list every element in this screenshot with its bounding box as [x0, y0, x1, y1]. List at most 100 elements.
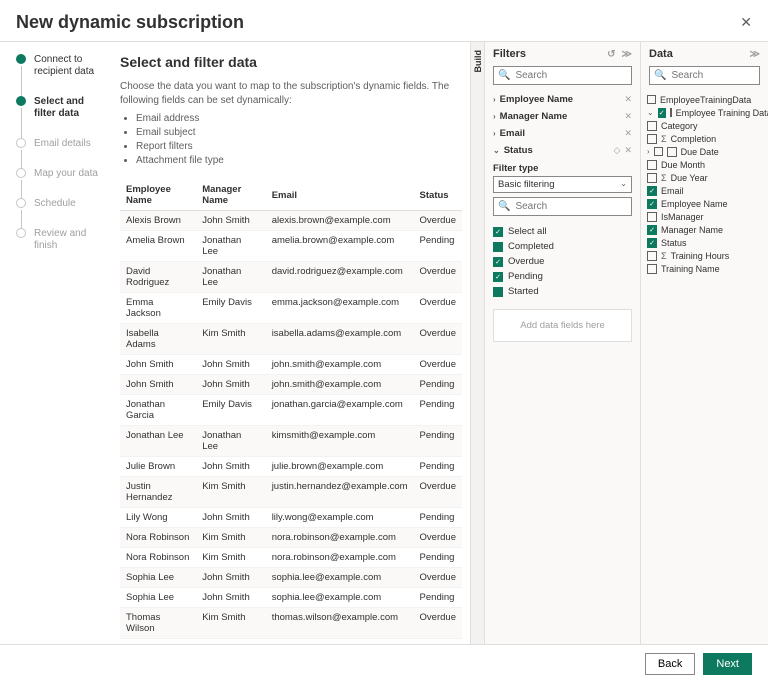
table-row[interactable]: Lily WongJohn Smithlily.wong@example.com…	[120, 508, 462, 528]
filters-search[interactable]: 🔍	[493, 66, 632, 85]
table-row[interactable]: Amelia BrownJonathan Leeamelia.brown@exa…	[120, 231, 462, 262]
tree-field[interactable]: ΣTraining Hours	[647, 249, 762, 262]
table-row[interactable]: Nora RobinsonKim Smithnora.robinson@exam…	[120, 528, 462, 548]
table-row[interactable]: Alexis BrownJohn Smithalexis.brown@examp…	[120, 211, 462, 231]
status-search-input[interactable]	[513, 200, 649, 213]
filters-title: Filters	[493, 48, 526, 60]
tree-field[interactable]: Due Month	[647, 158, 762, 171]
chevron-icon: ›	[493, 95, 496, 104]
close-icon[interactable]: ✕	[740, 14, 752, 31]
tree-field[interactable]: Employee Name	[647, 197, 762, 210]
search-icon: 🔍	[498, 201, 510, 212]
table-row[interactable]: Emma JacksonEmily Davisemma.jackson@exam…	[120, 293, 462, 324]
filters-collapse-icon[interactable]: ≫	[622, 49, 632, 60]
tree-field[interactable]: Category	[647, 119, 762, 132]
tree-field[interactable]: ΣDue Year	[647, 171, 762, 184]
tree-field[interactable]: Email	[647, 184, 762, 197]
remove-icon[interactable]: ✕	[624, 111, 632, 122]
data-collapse-icon[interactable]: ≫	[750, 49, 760, 60]
step-item[interactable]: Review and finish	[16, 228, 108, 270]
tree-field[interactable]: Manager Name	[647, 223, 762, 236]
chevron-icon: ›	[493, 129, 496, 138]
remove-icon[interactable]: ✕	[624, 94, 632, 105]
table-row[interactable]: Isabella AdamsKim Smithisabella.adams@ex…	[120, 324, 462, 355]
filter-option[interactable]: Completed	[493, 239, 632, 254]
filter-field[interactable]: ›Manager Name✕	[485, 108, 640, 125]
section-description: Choose the data you want to map to the s…	[120, 80, 460, 168]
column-header[interactable]: Employee Name	[120, 180, 196, 211]
data-search[interactable]: 🔍	[649, 66, 760, 85]
sum-icon: Σ	[661, 134, 667, 144]
remove-icon[interactable]: ✕	[624, 145, 632, 156]
table-row[interactable]: Sophia LeeJohn Smithsophia.lee@example.c…	[120, 568, 462, 588]
search-icon: 🔍	[498, 70, 510, 81]
filter-option[interactable]: Started	[493, 284, 632, 299]
checkbox-icon	[658, 108, 666, 118]
filter-option[interactable]: Pending	[493, 269, 632, 284]
table-row[interactable]: John SmithJohn Smithjohn.smith@example.c…	[120, 355, 462, 375]
step-item[interactable]: Connect to recipient data	[16, 54, 108, 96]
add-fields-dropzone[interactable]: Add data fields here	[493, 309, 632, 342]
tree-field[interactable]: ΣCompletion	[647, 132, 762, 145]
back-button[interactable]: Back	[645, 653, 695, 675]
column-header[interactable]: Manager Name	[196, 180, 265, 211]
step-dot-icon	[16, 198, 26, 208]
erase-icon[interactable]: ◇	[614, 145, 621, 156]
step-dot-icon	[16, 54, 26, 64]
filter-type-select[interactable]: Basic filtering ⌄	[493, 176, 632, 193]
table-row[interactable]: Thomas WilsonKim Smiththomas.wilson@exam…	[120, 608, 462, 639]
checkbox-icon	[647, 173, 657, 183]
stepper: Connect to recipient dataSelect and filt…	[0, 42, 108, 644]
checkbox-icon	[493, 242, 503, 252]
filters-search-input[interactable]	[513, 69, 649, 82]
step-item[interactable]: Select and filter data	[16, 96, 108, 138]
table-row[interactable]: Sophia LeeJohn Smithsophia.lee@example.c…	[120, 588, 462, 608]
table-row[interactable]: John SmithJohn Smithjohn.smith@example.c…	[120, 375, 462, 395]
checkbox-icon	[647, 134, 657, 144]
column-header[interactable]: Email	[266, 180, 414, 211]
tree-table[interactable]: ⌄Employee Training Data	[647, 106, 762, 119]
table-row[interactable]: Justin HernandezKim Smithjustin.hernande…	[120, 477, 462, 508]
tree-field[interactable]: ›Due Date	[647, 145, 762, 158]
column-header[interactable]: Status	[414, 180, 462, 211]
build-tab[interactable]: Build	[470, 42, 484, 644]
checkbox-icon	[647, 212, 657, 222]
filters-clear-icon[interactable]: ↺	[607, 49, 615, 60]
table-row[interactable]: David RodriguezJonathan Leedavid.rodrigu…	[120, 262, 462, 293]
table-row[interactable]: Julie BrownJohn Smithjulie.brown@example…	[120, 457, 462, 477]
chevron-icon: ›	[493, 112, 496, 121]
filter-option[interactable]: Select all	[493, 224, 632, 239]
step-item[interactable]: Schedule	[16, 198, 108, 228]
chevron-icon: ⌄	[493, 146, 500, 155]
checkbox-icon	[647, 160, 657, 170]
step-dot-icon	[16, 96, 26, 106]
table-row[interactable]: Jonathan GarciaEmily Davisjonathan.garci…	[120, 395, 462, 426]
data-title: Data	[649, 48, 673, 60]
tree-field[interactable]: Status	[647, 236, 762, 249]
tree-dataset[interactable]: EmployeeTrainingData	[647, 93, 762, 106]
step-dot-icon	[16, 228, 26, 238]
remove-icon[interactable]: ✕	[624, 128, 632, 139]
filter-field[interactable]: ⌄Status◇✕	[485, 142, 640, 159]
chevron-down-icon: ⌄	[620, 179, 627, 190]
checkbox-icon	[647, 121, 657, 131]
table-row[interactable]: Nora RobinsonKim Smithnora.robinson@exam…	[120, 548, 462, 568]
filter-field[interactable]: ›Email✕	[485, 125, 640, 142]
page-title: New dynamic subscription	[16, 12, 244, 33]
filter-type-label: Filter type	[485, 159, 640, 176]
sum-icon: Σ	[661, 173, 667, 183]
checkbox-icon	[493, 257, 503, 267]
checkbox-icon	[667, 147, 677, 157]
data-search-input[interactable]	[669, 69, 768, 82]
filter-option[interactable]: Overdue	[493, 254, 632, 269]
next-button[interactable]: Next	[703, 653, 752, 675]
tree-field[interactable]: Training Name	[647, 262, 762, 275]
sum-icon: Σ	[661, 251, 667, 261]
step-item[interactable]: Map your data	[16, 168, 108, 198]
filter-field[interactable]: ›Employee Name✕	[485, 91, 640, 108]
status-search[interactable]: 🔍	[493, 197, 632, 216]
step-item[interactable]: Email details	[16, 138, 108, 168]
table-row[interactable]: Jonathan LeeJonathan Leekimsmith@example…	[120, 426, 462, 457]
calendar-icon	[654, 147, 663, 156]
tree-field[interactable]: IsManager	[647, 210, 762, 223]
